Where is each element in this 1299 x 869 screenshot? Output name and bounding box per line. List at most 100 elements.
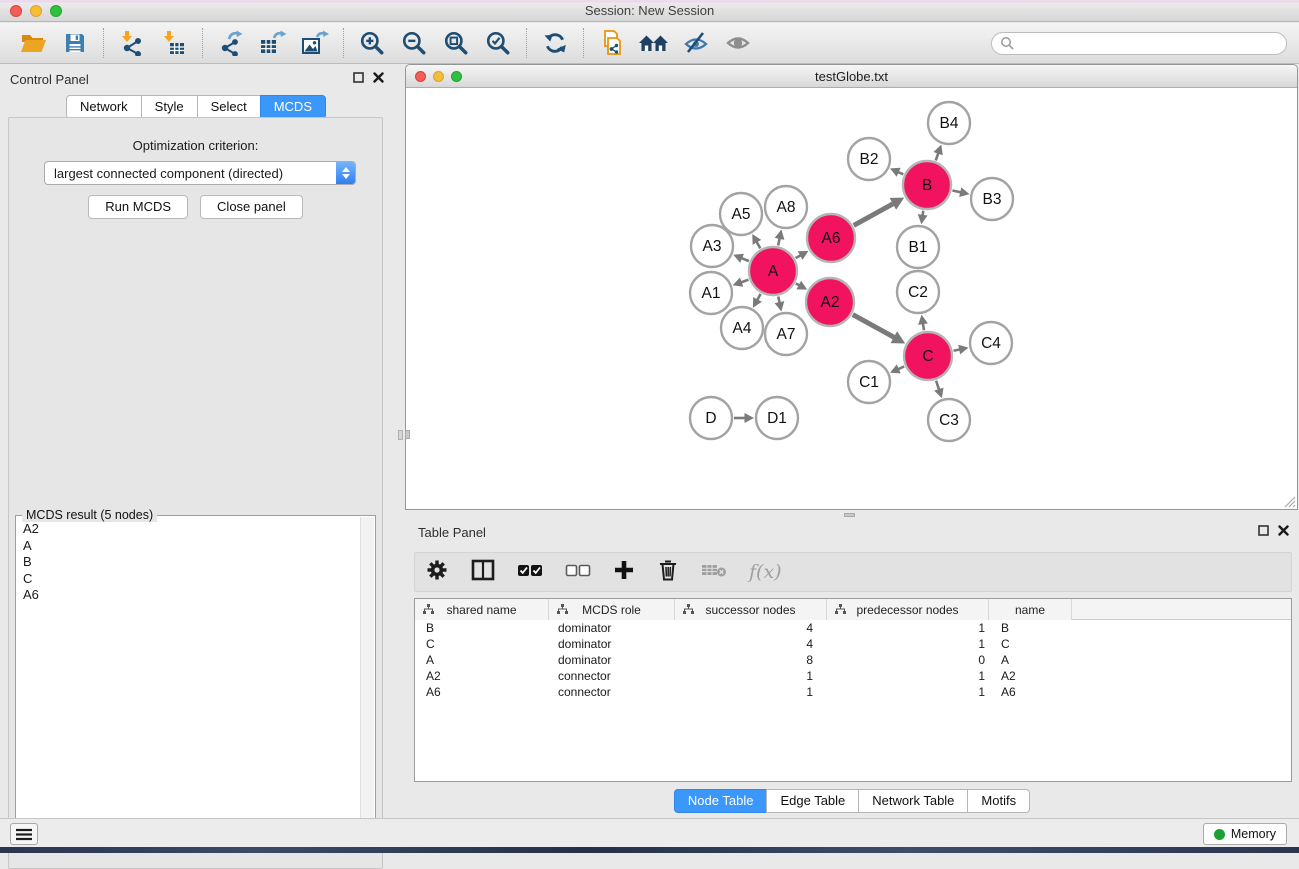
tab-motifs[interactable]: Motifs [967, 789, 1030, 813]
graph-node-A8[interactable]: A8 [765, 186, 807, 228]
duplicate-network-button[interactable] [591, 25, 633, 61]
resize-grip-icon[interactable] [1283, 495, 1296, 508]
tab-network-table[interactable]: Network Table [858, 789, 968, 813]
graph-node-B4[interactable]: B4 [928, 102, 970, 144]
mcds-result-item[interactable]: A2 [23, 521, 359, 538]
graph-node-A6[interactable]: A6 [807, 214, 855, 262]
mcds-result-item[interactable]: A6 [23, 587, 359, 604]
tab-node-table[interactable]: Node Table [674, 789, 768, 813]
search-input[interactable] [991, 32, 1287, 55]
graph-node-A2[interactable]: A2 [806, 278, 854, 326]
split-column-button[interactable] [471, 559, 495, 586]
mcds-result-list[interactable]: A2ABCA6 [18, 521, 359, 850]
task-history-button[interactable] [10, 823, 38, 845]
graph-node-C[interactable]: C [904, 332, 952, 380]
network-hscroll-thumb[interactable] [844, 513, 855, 517]
graph-edge-A-A8[interactable] [778, 238, 780, 246]
tab-edge-table[interactable]: Edge Table [766, 789, 859, 813]
graph-edge-A2-C[interactable] [853, 315, 895, 338]
close-table-panel-icon[interactable] [1278, 525, 1289, 536]
graph-node-D[interactable]: D [690, 397, 732, 439]
float-panel-icon[interactable] [353, 72, 364, 83]
column-header-name[interactable]: name [989, 599, 1072, 620]
tab-style[interactable]: Style [141, 95, 198, 119]
graph-node-D1[interactable]: D1 [756, 397, 798, 439]
tab-select[interactable]: Select [197, 95, 261, 119]
graph-node-A[interactable]: A [749, 247, 797, 295]
column-header-MCDS-role[interactable]: MCDS role [549, 599, 675, 620]
graph-edge-B-B3[interactable] [952, 190, 961, 192]
mcds-result-item[interactable]: B [23, 554, 359, 571]
memory-button[interactable]: Memory [1203, 823, 1287, 845]
mcds-result-item[interactable]: A [23, 538, 359, 555]
network-canvas[interactable]: B4B2BB3B1A5A8A6A3AA1A2C2A4A7C4CC1C3DD1 [407, 89, 1296, 508]
close-panel-icon[interactable] [373, 72, 384, 83]
graph-node-A3[interactable]: A3 [691, 225, 733, 267]
graph-edge-C-C4[interactable] [953, 349, 960, 350]
graph-edge-C-C3[interactable] [936, 381, 939, 390]
graph-edge-A-A5[interactable] [756, 241, 760, 248]
graph-edge-A-A3[interactable] [741, 258, 749, 261]
float-table-panel-icon[interactable] [1258, 525, 1269, 536]
open-session-button[interactable] [12, 25, 54, 61]
graph-node-B3[interactable]: B3 [971, 178, 1013, 220]
zoom-fit-button[interactable] [435, 25, 477, 61]
delete-column-button[interactable] [657, 558, 679, 587]
node-table[interactable]: shared nameMCDS rolesuccessor nodesprede… [414, 598, 1292, 782]
network-window-titlebar[interactable]: testGlobe.txt [406, 65, 1297, 88]
graph-node-B2[interactable]: B2 [848, 138, 890, 180]
zoom-in-button[interactable] [351, 25, 393, 61]
graph-edge-C-C2[interactable] [923, 323, 924, 330]
graph-node-A4[interactable]: A4 [721, 307, 763, 349]
export-table-button[interactable] [252, 25, 294, 61]
graph-edge-B-B4[interactable] [936, 153, 939, 161]
close-panel-button[interactable]: Close panel [200, 195, 303, 219]
result-scrollbar[interactable] [360, 517, 374, 851]
graph-edge-A-A7[interactable] [778, 296, 779, 303]
tab-network[interactable]: Network [66, 95, 142, 119]
graph-node-B1[interactable]: B1 [897, 226, 939, 268]
sort-column-icon[interactable] [423, 604, 434, 615]
show-details-button[interactable] [717, 25, 759, 61]
import-network-button[interactable] [111, 25, 153, 61]
graph-edge-A-A4[interactable] [757, 294, 761, 300]
table-settings-button[interactable] [425, 558, 449, 587]
sort-column-icon[interactable] [835, 604, 846, 615]
graph-node-C4[interactable]: C4 [970, 322, 1012, 364]
sort-column-icon[interactable] [557, 604, 568, 615]
graph-node-A5[interactable]: A5 [720, 193, 762, 235]
deselect-all-button[interactable] [565, 561, 591, 584]
graph-edge-A6-B[interactable] [854, 203, 894, 225]
function-builder-button[interactable]: f(x) [749, 561, 782, 583]
import-table-button[interactable] [153, 25, 195, 61]
delete-table-button[interactable] [701, 562, 727, 583]
refresh-layout-button[interactable] [534, 25, 576, 61]
zoom-out-button[interactable] [393, 25, 435, 61]
network-graph[interactable]: B4B2BB3B1A5A8A6A3AA1A2C2A4A7C4CC1C3DD1 [407, 89, 1296, 508]
run-mcds-button[interactable]: Run MCDS [88, 195, 188, 219]
optimization-dropdown[interactable]: largest connected component (directed) [44, 161, 356, 185]
table-row[interactable]: Cdominator41C [415, 636, 1291, 652]
export-image-button[interactable] [294, 25, 336, 61]
table-row[interactable]: Adominator80A [415, 652, 1291, 668]
graph-node-B[interactable]: B [903, 161, 951, 209]
graph-node-C2[interactable]: C2 [897, 271, 939, 313]
tab-mcds[interactable]: MCDS [260, 95, 326, 119]
graph-edge-C-C1[interactable] [898, 366, 904, 369]
graph-node-A1[interactable]: A1 [690, 272, 732, 314]
graph-node-C3[interactable]: C3 [928, 399, 970, 441]
network-vscroll-thumb[interactable] [405, 430, 410, 439]
save-session-button[interactable] [54, 25, 96, 61]
select-all-button[interactable] [517, 561, 543, 584]
column-header-shared-name[interactable]: shared name [415, 599, 549, 620]
mcds-result-item[interactable]: C [23, 571, 359, 588]
hide-details-button[interactable] [675, 25, 717, 61]
add-column-button[interactable] [613, 559, 635, 586]
table-row[interactable]: Bdominator41B [415, 620, 1291, 636]
zoom-selected-button[interactable] [477, 25, 519, 61]
graph-node-C1[interactable]: C1 [848, 361, 890, 403]
sort-column-icon[interactable] [683, 604, 694, 615]
split-pane-handle[interactable] [398, 430, 403, 440]
export-network-button[interactable] [210, 25, 252, 61]
home-view-button[interactable] [633, 25, 675, 61]
